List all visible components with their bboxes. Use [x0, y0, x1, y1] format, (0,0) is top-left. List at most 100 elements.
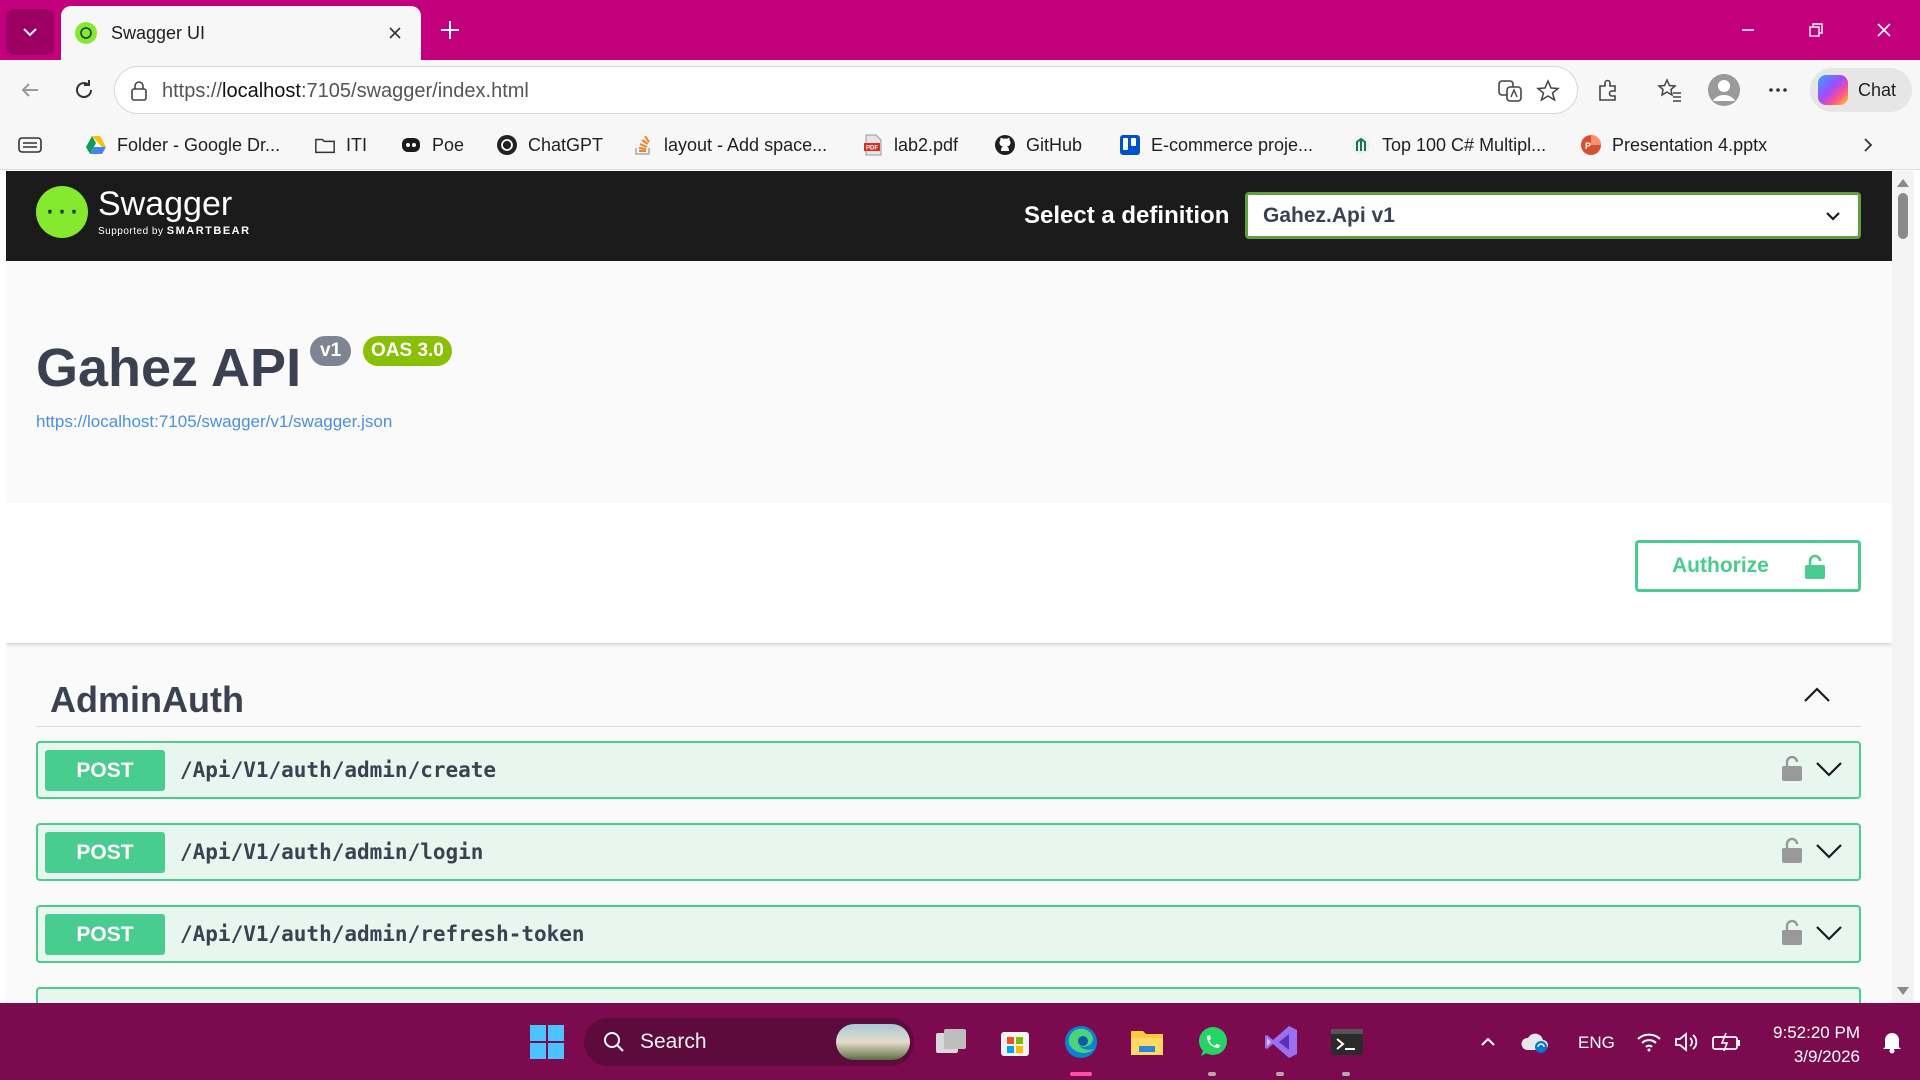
operation-partial[interactable] — [36, 987, 1861, 1003]
address-bar[interactable]: https://localhost:7105/swagger/index.htm… — [114, 66, 1578, 114]
site-info-lock-icon[interactable] — [129, 80, 149, 107]
scroll-up-icon[interactable] — [1897, 179, 1909, 187]
bookmark-label: GitHub — [1026, 134, 1083, 155]
start-button[interactable] — [524, 1019, 570, 1065]
bookmark-top-100-csharp[interactable]: Top 100 C# Multipl... — [1350, 132, 1546, 158]
operation-path: /Api/V1/auth/admin/refresh-token — [180, 922, 585, 946]
file-explorer-button[interactable] — [1124, 1019, 1170, 1065]
definition-select[interactable]: Gahez.Api v1 — [1245, 192, 1861, 239]
restore-button[interactable] — [1794, 12, 1838, 48]
swagger-logo[interactable]: {···} Swagger Supported by SMARTBEAR — [36, 186, 251, 238]
svg-text:PDF: PDF — [866, 146, 878, 152]
sidebar-toggle-icon[interactable] — [18, 132, 42, 158]
show-hidden-icons-button[interactable] — [1468, 1019, 1508, 1065]
bookmark-github[interactable]: GitHub — [994, 132, 1082, 158]
more-bookmarks-button[interactable] — [1858, 132, 1878, 158]
microsoft-store-button[interactable] — [992, 1019, 1038, 1065]
chevron-right-icon — [1864, 138, 1873, 152]
terminal-button[interactable] — [1324, 1019, 1370, 1065]
more-options-icon[interactable] — [1760, 72, 1796, 108]
bookmark-poe[interactable]: Poe — [400, 132, 464, 158]
chevron-down-icon[interactable] — [1815, 923, 1843, 943]
tab-actions-button[interactable] — [6, 9, 54, 55]
swagger-favicon-icon — [75, 22, 97, 44]
unlocked-icon[interactable] — [1781, 918, 1803, 946]
edge-button[interactable] — [1058, 1019, 1104, 1065]
favorite-star-icon[interactable] — [1533, 76, 1563, 106]
refresh-icon — [76, 80, 93, 99]
wifi-button[interactable] — [1630, 1019, 1668, 1065]
copilot-chat-button[interactable]: Chat — [1810, 68, 1912, 112]
swagger-logo-sub: Supported by SMARTBEAR — [98, 225, 251, 237]
restore-icon — [1809, 23, 1823, 37]
tag-header[interactable]: AdminAuth — [36, 673, 1861, 727]
method-badge: POST — [45, 914, 165, 955]
notifications-button[interactable] — [1872, 1019, 1912, 1065]
scroll-down-icon[interactable] — [1897, 987, 1909, 995]
volume-button[interactable] — [1668, 1019, 1706, 1065]
cloud-sync-icon — [1521, 1033, 1548, 1053]
operation-post-admin-refresh-token[interactable]: POST /Api/V1/auth/admin/refresh-token — [36, 905, 1861, 963]
chevron-down-icon — [1826, 212, 1840, 221]
scrollbar-thumb[interactable] — [1898, 193, 1908, 239]
page-scrollbar[interactable] — [1892, 171, 1914, 1003]
tab-swagger-ui[interactable]: Swagger UI — [61, 6, 421, 60]
close-icon — [1877, 23, 1891, 37]
terminal-icon — [1331, 1029, 1363, 1055]
swagger-logo-name: Swagger — [98, 185, 233, 223]
authorize-button[interactable]: Authorize — [1635, 540, 1861, 592]
bookmark-label: Poe — [432, 134, 465, 155]
bookmark-lab2-pdf[interactable]: PDF lab2.pdf — [862, 132, 958, 158]
onedrive-sync-button[interactable] — [1514, 1019, 1556, 1065]
back-button[interactable] — [12, 72, 48, 108]
bookmarks-bar: Folder - Google Dr... ITI Poe ChatGPT la… — [0, 120, 1920, 170]
windows-logo-icon — [530, 1025, 564, 1059]
minimize-button[interactable] — [1726, 12, 1770, 48]
microsoft-store-icon — [1001, 1032, 1029, 1056]
url-text[interactable]: https://localhost:7105/swagger/index.htm… — [162, 80, 529, 103]
new-tab-button[interactable] — [432, 12, 468, 48]
visual-studio-button[interactable] — [1258, 1019, 1304, 1065]
refresh-button[interactable] — [66, 72, 102, 108]
bookmark-chatgpt[interactable]: ChatGPT — [496, 132, 603, 158]
input-language[interactable]: ENG — [1578, 1033, 1615, 1053]
spec-url-link[interactable]: https://localhost:7105/swagger/v1/swagge… — [36, 412, 392, 432]
extensions-icon[interactable] — [1590, 72, 1626, 108]
battery-button[interactable] — [1706, 1019, 1748, 1065]
browser-toolbar: https://localhost:7105/swagger/index.htm… — [0, 60, 1920, 120]
unlocked-icon[interactable] — [1781, 754, 1803, 782]
tab-title: Swagger UI — [111, 22, 206, 43]
bookmark-trello[interactable]: E-commerce proje... — [1119, 132, 1313, 158]
bookmark-presentation[interactable]: P Presentation 4.pptx — [1580, 132, 1767, 158]
close-tab-icon[interactable] — [383, 21, 407, 45]
chatgpt-icon — [496, 134, 518, 156]
close-window-button[interactable] — [1862, 12, 1906, 48]
api-title: Gahez API — [36, 338, 302, 398]
definition-label: Select a definition — [1024, 202, 1230, 229]
tag-title: AdminAuth — [50, 679, 244, 720]
favorites-icon[interactable] — [1652, 72, 1688, 108]
bookmark-label: Top 100 C# Multipl... — [1382, 134, 1547, 155]
bookmark-label: ChatGPT — [528, 134, 604, 155]
taskbar-clock[interactable]: 9:52:20 PM 3/9/2026 — [1760, 1021, 1860, 1069]
taskbar-search[interactable]: Search — [584, 1018, 914, 1066]
api-info: Gahez API v1 OAS 3.0 https://localhost:7… — [6, 261, 1892, 503]
unlocked-icon[interactable] — [1781, 836, 1803, 864]
bookmark-google-drive[interactable]: Folder - Google Dr... — [85, 132, 280, 158]
operation-post-admin-login[interactable]: POST /Api/V1/auth/admin/login — [36, 823, 1861, 881]
translate-icon[interactable] — [1495, 76, 1525, 106]
chevron-down-icon[interactable] — [1815, 841, 1843, 861]
chevron-up-icon[interactable] — [1803, 685, 1831, 705]
bookmark-stackoverflow[interactable]: layout - Add space... — [632, 132, 827, 158]
logo-sub-prefix: Supported by — [98, 226, 164, 237]
whatsapp-button[interactable] — [1190, 1019, 1236, 1065]
bookmark-iti[interactable]: ITI — [314, 132, 367, 158]
task-view-button[interactable] — [928, 1019, 974, 1065]
folder-icon — [1131, 1031, 1163, 1055]
chevron-down-icon[interactable] — [1815, 759, 1843, 779]
oas-badge: OAS 3.0 — [363, 336, 452, 366]
unlocked-icon — [1805, 554, 1825, 579]
profile-avatar-icon[interactable] — [1706, 72, 1742, 108]
logo-sub-brand: SMARTBEAR — [166, 225, 251, 237]
operation-post-admin-create[interactable]: POST /Api/V1/auth/admin/create — [36, 741, 1861, 799]
